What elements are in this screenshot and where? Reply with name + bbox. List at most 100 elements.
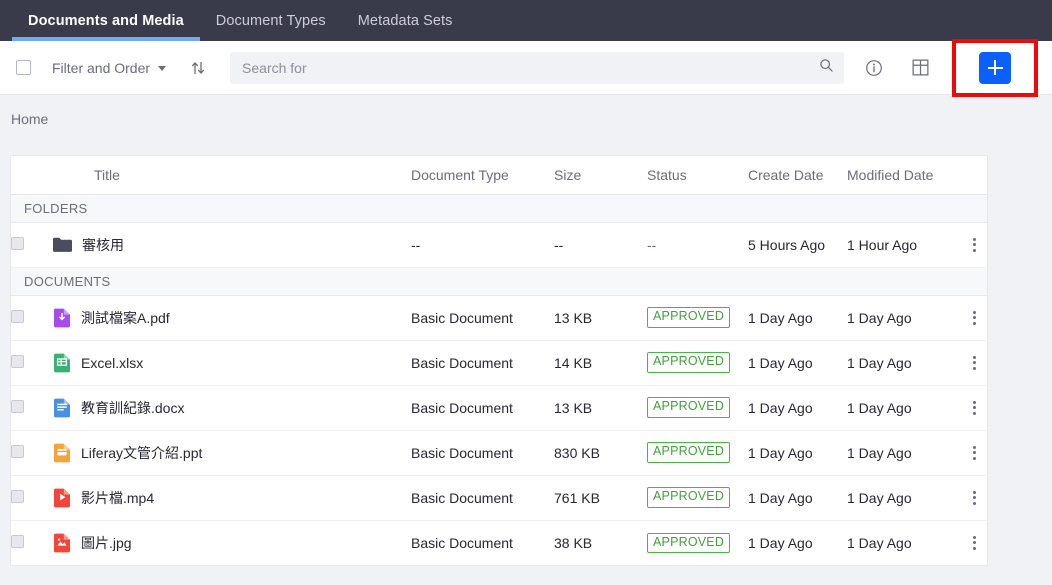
row-size: 761 KB: [554, 475, 647, 521]
table-row[interactable]: Excel.xlsx Basic Document 14 KB APPROVED 1 D…: [11, 340, 987, 386]
row-document-type: Basic Document: [411, 295, 554, 341]
column-header-modified-date[interactable]: Modified Date: [847, 156, 959, 195]
row-create-date: 1 Day Ago: [748, 385, 847, 431]
row-title[interactable]: Excel.xlsx: [81, 355, 143, 371]
group-label: FOLDERS: [11, 193, 987, 223]
status-badge: APPROVED: [647, 532, 731, 553]
table-row[interactable]: 測試檔案A.pdf Basic Document 13 KB APPROVED 1 Da…: [11, 295, 987, 341]
table-row[interactable]: Liferay文管介紹.ppt Basic Document 830 KB APPRO…: [11, 430, 987, 476]
tab-documents-and-media[interactable]: Documents and Media: [12, 0, 200, 41]
spreadsheet-file-icon: [54, 353, 70, 372]
row-document-type: Basic Document: [411, 340, 554, 386]
tab-label: Metadata Sets: [357, 12, 453, 29]
documents-table-card: Title Document Type Size Status Create D…: [10, 155, 988, 566]
row-title[interactable]: 測試檔案A.pdf: [81, 308, 170, 328]
table-row[interactable]: 教育訓紀錄.docx Basic Document 13 KB APPROVED 1 D…: [11, 385, 987, 431]
row-title[interactable]: 審核用: [82, 235, 124, 255]
filter-and-order-label: Filter and Order: [52, 59, 151, 76]
row-create-date: 1 Day Ago: [748, 475, 847, 521]
top-navbar: Documents and Media Document Types Metad…: [0, 0, 1052, 41]
presentation-file-icon: [54, 443, 70, 462]
row-size: 13 KB: [554, 295, 647, 341]
chevron-down-icon: [158, 66, 167, 71]
column-header-status[interactable]: Status: [647, 156, 748, 195]
info-button[interactable]: [858, 52, 890, 84]
breadcrumb: Home: [0, 95, 1052, 143]
row-checkbox[interactable]: [11, 236, 24, 250]
add-button[interactable]: [979, 51, 1011, 84]
column-header-create-date[interactable]: Create Date: [748, 156, 847, 195]
row-size: 830 KB: [554, 430, 647, 476]
grid-view-button[interactable]: [904, 52, 936, 84]
row-size: 38 KB: [554, 534, 593, 551]
management-toolbar: Filter and Order: [0, 38, 1052, 97]
row-modified-date: 1 Day Ago: [847, 430, 959, 476]
table-row[interactable]: 圖片.jpg Basic Document 38 KB APPROVED 1 Day A…: [11, 520, 987, 565]
search-bar[interactable]: [230, 51, 844, 84]
row-title[interactable]: 教育訓紀錄.docx: [81, 398, 184, 418]
row-checkbox[interactable]: [11, 489, 24, 503]
column-header-select: [11, 156, 53, 195]
row-checkbox[interactable]: [11, 399, 24, 413]
row-document-type: --: [411, 222, 554, 268]
table-group-header: DOCUMENTS: [11, 266, 987, 296]
select-all-checkbox[interactable]: [16, 60, 31, 75]
row-document-type: Basic Document: [411, 430, 554, 476]
row-modified-date: 1 Day Ago: [847, 475, 959, 521]
table-row[interactable]: 審核用 -- -- -- 5 Hours Ago 1 Hour Ago: [11, 222, 987, 268]
status-badge: APPROVED: [647, 487, 731, 508]
info-circle-icon: [866, 59, 882, 76]
column-header-size[interactable]: Size: [554, 156, 647, 195]
column-header-title[interactable]: Title: [53, 156, 411, 195]
row-checkbox[interactable]: [11, 354, 24, 368]
tab-label: Document Types: [215, 12, 326, 29]
sort-direction-button[interactable]: [186, 56, 210, 80]
row-modified-date: 1 Day Ago: [847, 534, 912, 551]
status-badge: APPROVED: [647, 307, 731, 328]
filter-and-order-dropdown[interactable]: Filter and Order: [52, 59, 167, 76]
row-modified-date: 1 Hour Ago: [847, 222, 959, 268]
row-actions-button[interactable]: [959, 400, 987, 415]
row-size: 14 KB: [554, 340, 647, 386]
row-create-date: 1 Day Ago: [748, 534, 813, 551]
row-actions-button[interactable]: [959, 535, 987, 550]
add-button-highlight: [952, 38, 1038, 97]
row-checkbox[interactable]: [11, 534, 24, 548]
status-badge: APPROVED: [647, 352, 731, 373]
search-input[interactable]: [242, 59, 819, 76]
status-badge: APPROVED: [647, 442, 731, 463]
grid-view-icon: [912, 59, 928, 76]
search-icon[interactable]: [819, 58, 834, 78]
sort-up-down-icon: [191, 61, 205, 74]
table-body: FOLDERS 審核用 -- -- -- 5 Hours Ago 1 Hour Ago DOC…: [11, 193, 987, 565]
tab-document-types[interactable]: Document Types: [200, 0, 342, 41]
row-title[interactable]: 圖片.jpg: [81, 533, 132, 553]
row-document-type: Basic Document: [411, 534, 513, 551]
row-checkbox[interactable]: [11, 309, 24, 323]
row-create-date: 5 Hours Ago: [748, 222, 847, 268]
plus-icon: [987, 60, 1003, 75]
row-document-type: Basic Document: [411, 385, 554, 431]
row-actions-button[interactable]: [959, 490, 987, 505]
table-row[interactable]: 影片檔.mp4 Basic Document 761 KB APPROVED 1 Day…: [11, 475, 987, 521]
row-document-type: Basic Document: [411, 475, 554, 521]
row-actions-button[interactable]: [959, 310, 987, 325]
column-header-document-type[interactable]: Document Type: [411, 156, 554, 195]
table-header: Title Document Type Size Status Create D…: [11, 156, 987, 195]
row-create-date: 1 Day Ago: [748, 295, 847, 341]
row-checkbox[interactable]: [11, 444, 24, 458]
row-actions-button[interactable]: [959, 355, 987, 370]
pdf-file-icon: [54, 308, 70, 327]
row-size: --: [554, 222, 647, 268]
row-actions-button[interactable]: [959, 237, 987, 252]
breadcrumb-item-home[interactable]: Home: [11, 111, 48, 127]
row-actions-button[interactable]: [959, 445, 987, 460]
column-header-actions: [959, 156, 987, 195]
row-modified-date: 1 Day Ago: [847, 295, 959, 341]
row-title[interactable]: Liferay文管介紹.ppt: [81, 443, 202, 463]
row-create-date: 1 Day Ago: [748, 340, 847, 386]
tab-metadata-sets[interactable]: Metadata Sets: [342, 0, 469, 41]
row-title[interactable]: 影片檔.mp4: [81, 488, 154, 508]
documents-table: Title Document Type Size Status Create D…: [11, 156, 987, 565]
image-file-icon: [54, 533, 70, 553]
